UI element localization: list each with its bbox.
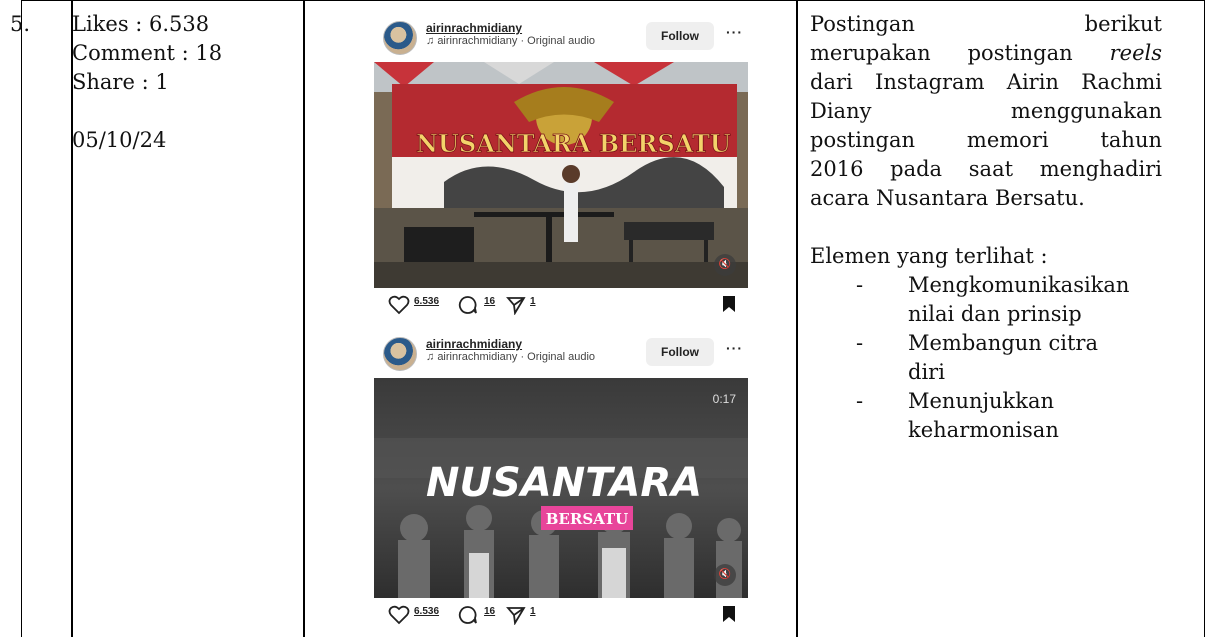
comments-count[interactable]: 16 bbox=[484, 296, 495, 307]
description-line: 2016 pada saat menghadiri bbox=[810, 157, 1162, 181]
column-divider bbox=[796, 1, 798, 637]
music-note-icon: ♫ bbox=[426, 351, 438, 363]
post-actions: 6.536 16 1 bbox=[374, 598, 748, 632]
likes-stat: Likes : 6.538 bbox=[72, 12, 210, 36]
instagram-post-1: airinrachmidiany ♫ airinrachmidiany · Or… bbox=[374, 14, 748, 322]
follow-button[interactable]: Follow bbox=[646, 338, 714, 366]
likes-count[interactable]: 6.536 bbox=[414, 296, 439, 307]
description-line: Diany menggunakan bbox=[810, 99, 1162, 123]
username-link[interactable]: airinrachmidiany bbox=[426, 337, 522, 351]
audio-label[interactable]: ♫ airinrachmidiany · Original audio bbox=[426, 351, 595, 363]
description-line: acara Nusantara Bersatu. bbox=[810, 186, 1085, 210]
row-number: 5. bbox=[10, 12, 31, 36]
more-options-icon[interactable]: ··· bbox=[726, 340, 743, 356]
mute-icon[interactable]: 🔇 bbox=[714, 564, 736, 586]
share-stat: Share : 1 bbox=[72, 70, 169, 94]
post-date: 05/10/24 bbox=[72, 128, 167, 152]
description-line: postingan memori tahun bbox=[810, 128, 1162, 152]
elements-heading: Elemen yang terlihat : bbox=[810, 244, 1048, 268]
avatar[interactable] bbox=[383, 337, 417, 371]
bookmark-icon[interactable] bbox=[722, 295, 736, 313]
music-note-icon: ♫ bbox=[426, 35, 438, 47]
comments-count[interactable]: 16 bbox=[484, 606, 495, 617]
post-header: airinrachmidiany ♫ airinrachmidiany · Or… bbox=[374, 330, 748, 378]
video-duration: 0:17 bbox=[712, 392, 736, 406]
list-item: - Membangun citra diri bbox=[856, 331, 1098, 384]
share-icon[interactable] bbox=[506, 605, 526, 625]
stats-cell: Likes : 6.538 Comment : 18 Share : 1 05/… bbox=[72, 10, 222, 155]
list-item: - Mengkomunikasikan nilai dan prinsip bbox=[856, 273, 1130, 326]
instagram-post-2: airinrachmidiany ♫ airinrachmidiany · Or… bbox=[374, 330, 748, 632]
list-item: - Menunjukkan keharmonisan bbox=[856, 389, 1059, 442]
banner-title: NUSANTARA BERSATU bbox=[416, 129, 731, 158]
likes-count[interactable]: 6.536 bbox=[414, 606, 439, 617]
share-icon[interactable] bbox=[506, 295, 526, 315]
heart-icon[interactable] bbox=[388, 605, 410, 625]
comment-stat: Comment : 18 bbox=[72, 41, 223, 65]
video-title: NUSANTARA bbox=[426, 460, 702, 506]
follow-button[interactable]: Follow bbox=[646, 22, 714, 50]
post-video[interactable]: NUSANTARA BERSATU 0:17 🔇 bbox=[374, 378, 748, 598]
description-line: Postingan berikut bbox=[810, 12, 1162, 36]
post-video[interactable]: NUSANTARA BERSATU 🔇 bbox=[374, 62, 748, 288]
more-options-icon[interactable]: ··· bbox=[726, 24, 743, 40]
audio-label[interactable]: ♫ airinrachmidiany · Original audio bbox=[426, 35, 595, 47]
column-divider bbox=[303, 1, 305, 637]
video-subtitle: BERSATU bbox=[546, 510, 628, 528]
elements-list: - Mengkomunikasikan nilai dan prinsip - Mem… bbox=[810, 271, 1162, 445]
shares-count[interactable]: 1 bbox=[530, 296, 536, 307]
description-line: merupakan postingan reels bbox=[810, 41, 1162, 65]
mute-icon[interactable]: 🔇 bbox=[714, 254, 736, 276]
stage-scene: NUSANTARA BERSATU bbox=[374, 62, 748, 288]
avatar[interactable] bbox=[383, 21, 417, 55]
post-actions: 6.536 16 1 bbox=[374, 288, 748, 322]
post-header: airinrachmidiany ♫ airinrachmidiany · Or… bbox=[374, 14, 748, 62]
comment-icon[interactable] bbox=[458, 295, 478, 315]
comment-icon[interactable] bbox=[458, 605, 478, 625]
crowd-scene: NUSANTARA BERSATU bbox=[374, 378, 748, 598]
shares-count[interactable]: 1 bbox=[530, 606, 536, 617]
bookmark-icon[interactable] bbox=[722, 605, 736, 623]
description-cell: Postingan berikut merupakan postingan re… bbox=[810, 10, 1162, 445]
heart-icon[interactable] bbox=[388, 295, 410, 315]
username-link[interactable]: airinrachmidiany bbox=[426, 21, 522, 35]
description-line: dari Instagram Airin Rachmi bbox=[810, 70, 1162, 94]
